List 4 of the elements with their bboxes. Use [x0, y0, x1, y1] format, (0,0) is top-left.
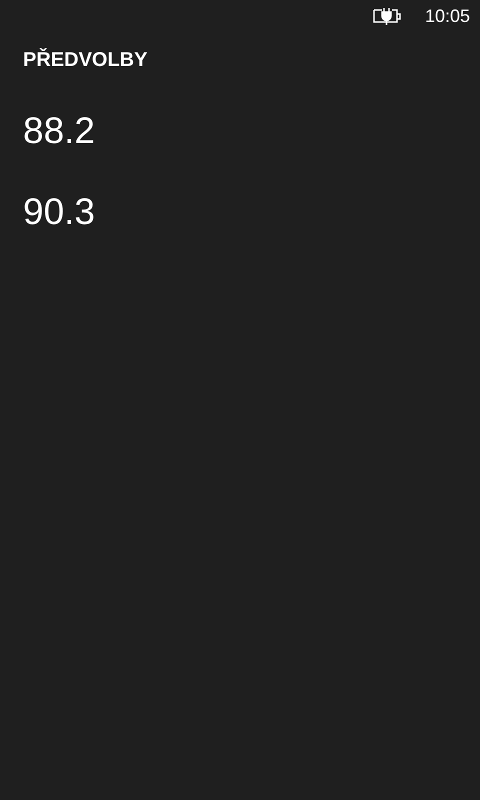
clock-time: 10:05	[424, 4, 470, 28]
preset-frequency[interactable]: 90.3	[23, 193, 96, 230]
preset-frequency[interactable]: 88.2	[23, 112, 96, 149]
page-title: PŘEDVOLBY	[23, 50, 148, 70]
